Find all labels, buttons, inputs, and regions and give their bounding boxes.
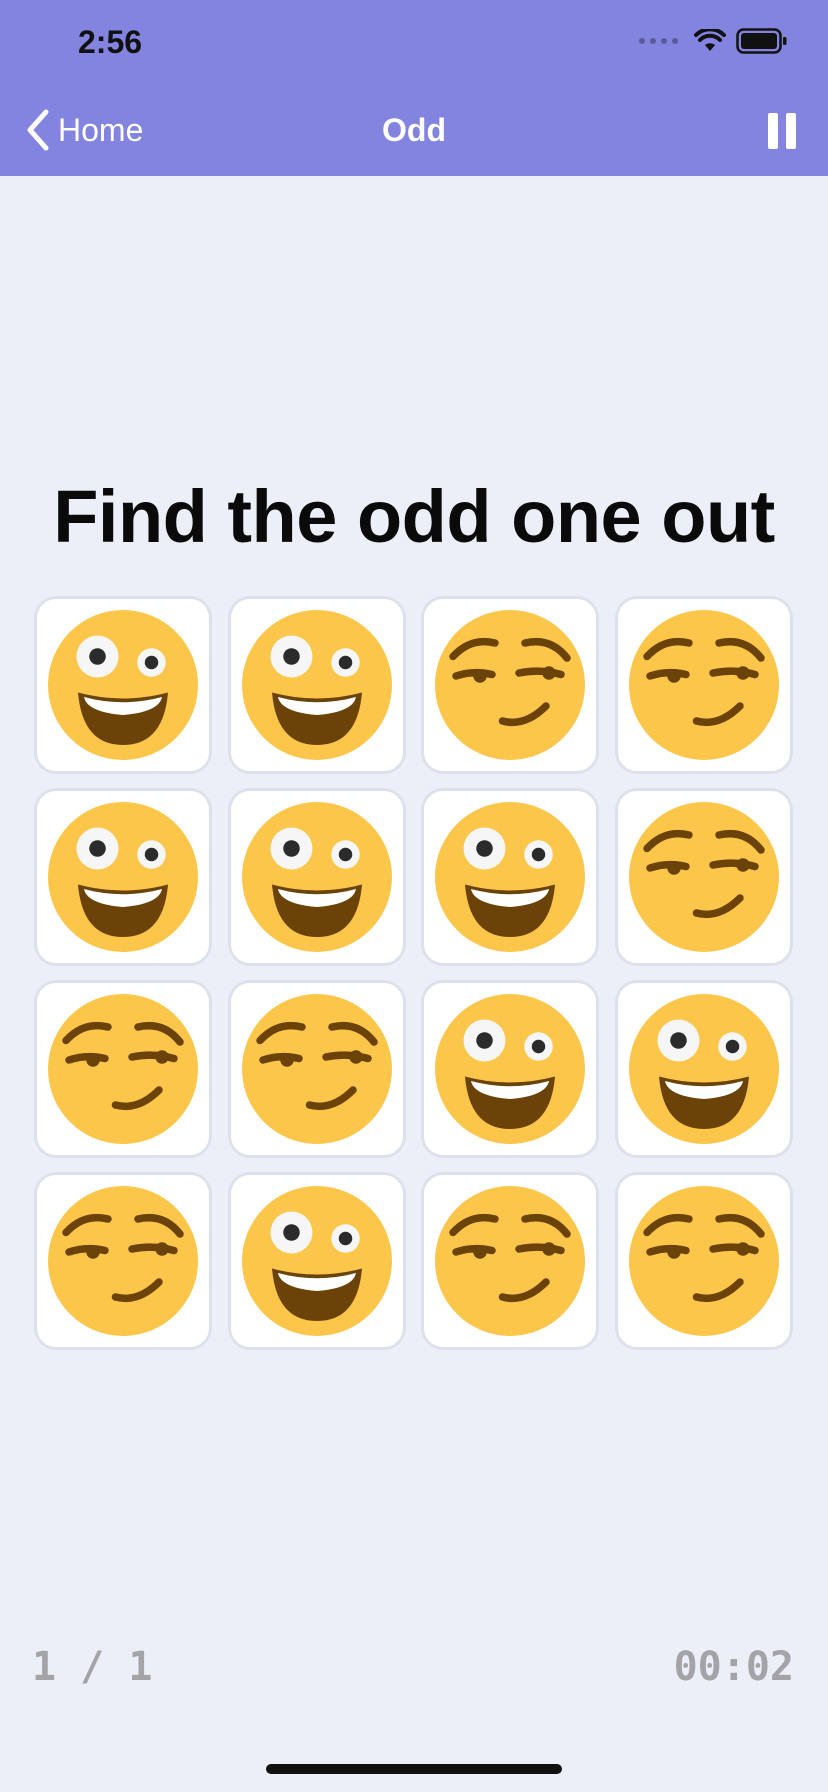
- emoji-tile[interactable]: [34, 788, 212, 966]
- game-prompt: Find the odd one out: [53, 475, 775, 558]
- round-progress: 1 / 1: [32, 1644, 153, 1690]
- emoji-tile[interactable]: [34, 596, 212, 774]
- zany-face-icon: [242, 802, 392, 952]
- emoji-tile[interactable]: [421, 788, 599, 966]
- emoji-tile[interactable]: [228, 788, 406, 966]
- zany-face-icon: [242, 1186, 392, 1336]
- zany-face-icon: [242, 610, 392, 760]
- smirking-face-icon: [435, 1186, 585, 1336]
- home-indicator[interactable]: [266, 1764, 562, 1774]
- pause-button[interactable]: [768, 113, 796, 149]
- smirking-face-icon: [629, 1186, 779, 1336]
- zany-face-icon: [435, 994, 585, 1144]
- wifi-icon: [694, 29, 726, 51]
- nav-bar: 2:56 Home Odd: [0, 0, 828, 176]
- smirking-face-icon: [48, 1186, 198, 1336]
- signal-dots-icon: [639, 38, 678, 44]
- emoji-tile[interactable]: [421, 596, 599, 774]
- battery-icon: [736, 28, 787, 54]
- zany-face-icon: [48, 610, 198, 760]
- emoji-tile[interactable]: [34, 980, 212, 1158]
- emoji-grid: [34, 596, 794, 1352]
- zany-face-icon: [435, 802, 585, 952]
- zany-face-icon: [48, 802, 198, 952]
- zany-face-icon: [629, 994, 779, 1144]
- emoji-tile[interactable]: [615, 1172, 793, 1350]
- status-icons: [639, 28, 788, 54]
- status-time: 2:56: [78, 24, 143, 60]
- nav-title: Odd: [382, 112, 446, 148]
- emoji-tile[interactable]: [228, 980, 406, 1158]
- emoji-tile[interactable]: [615, 788, 793, 966]
- emoji-tile[interactable]: [421, 1172, 599, 1350]
- emoji-tile[interactable]: [615, 596, 793, 774]
- pause-icon: [768, 113, 778, 149]
- emoji-tile[interactable]: [615, 980, 793, 1158]
- smirking-face-icon: [629, 802, 779, 952]
- emoji-tile[interactable]: [421, 980, 599, 1158]
- smirking-face-icon: [629, 610, 779, 760]
- emoji-tile[interactable]: [228, 1172, 406, 1350]
- emoji-tile[interactable]: [228, 596, 406, 774]
- smirking-face-icon: [48, 994, 198, 1144]
- game-timer: 00:02: [673, 1644, 794, 1690]
- smirking-face-icon: [242, 994, 392, 1144]
- emoji-tile[interactable]: [34, 1172, 212, 1350]
- smirking-face-icon: [435, 610, 585, 760]
